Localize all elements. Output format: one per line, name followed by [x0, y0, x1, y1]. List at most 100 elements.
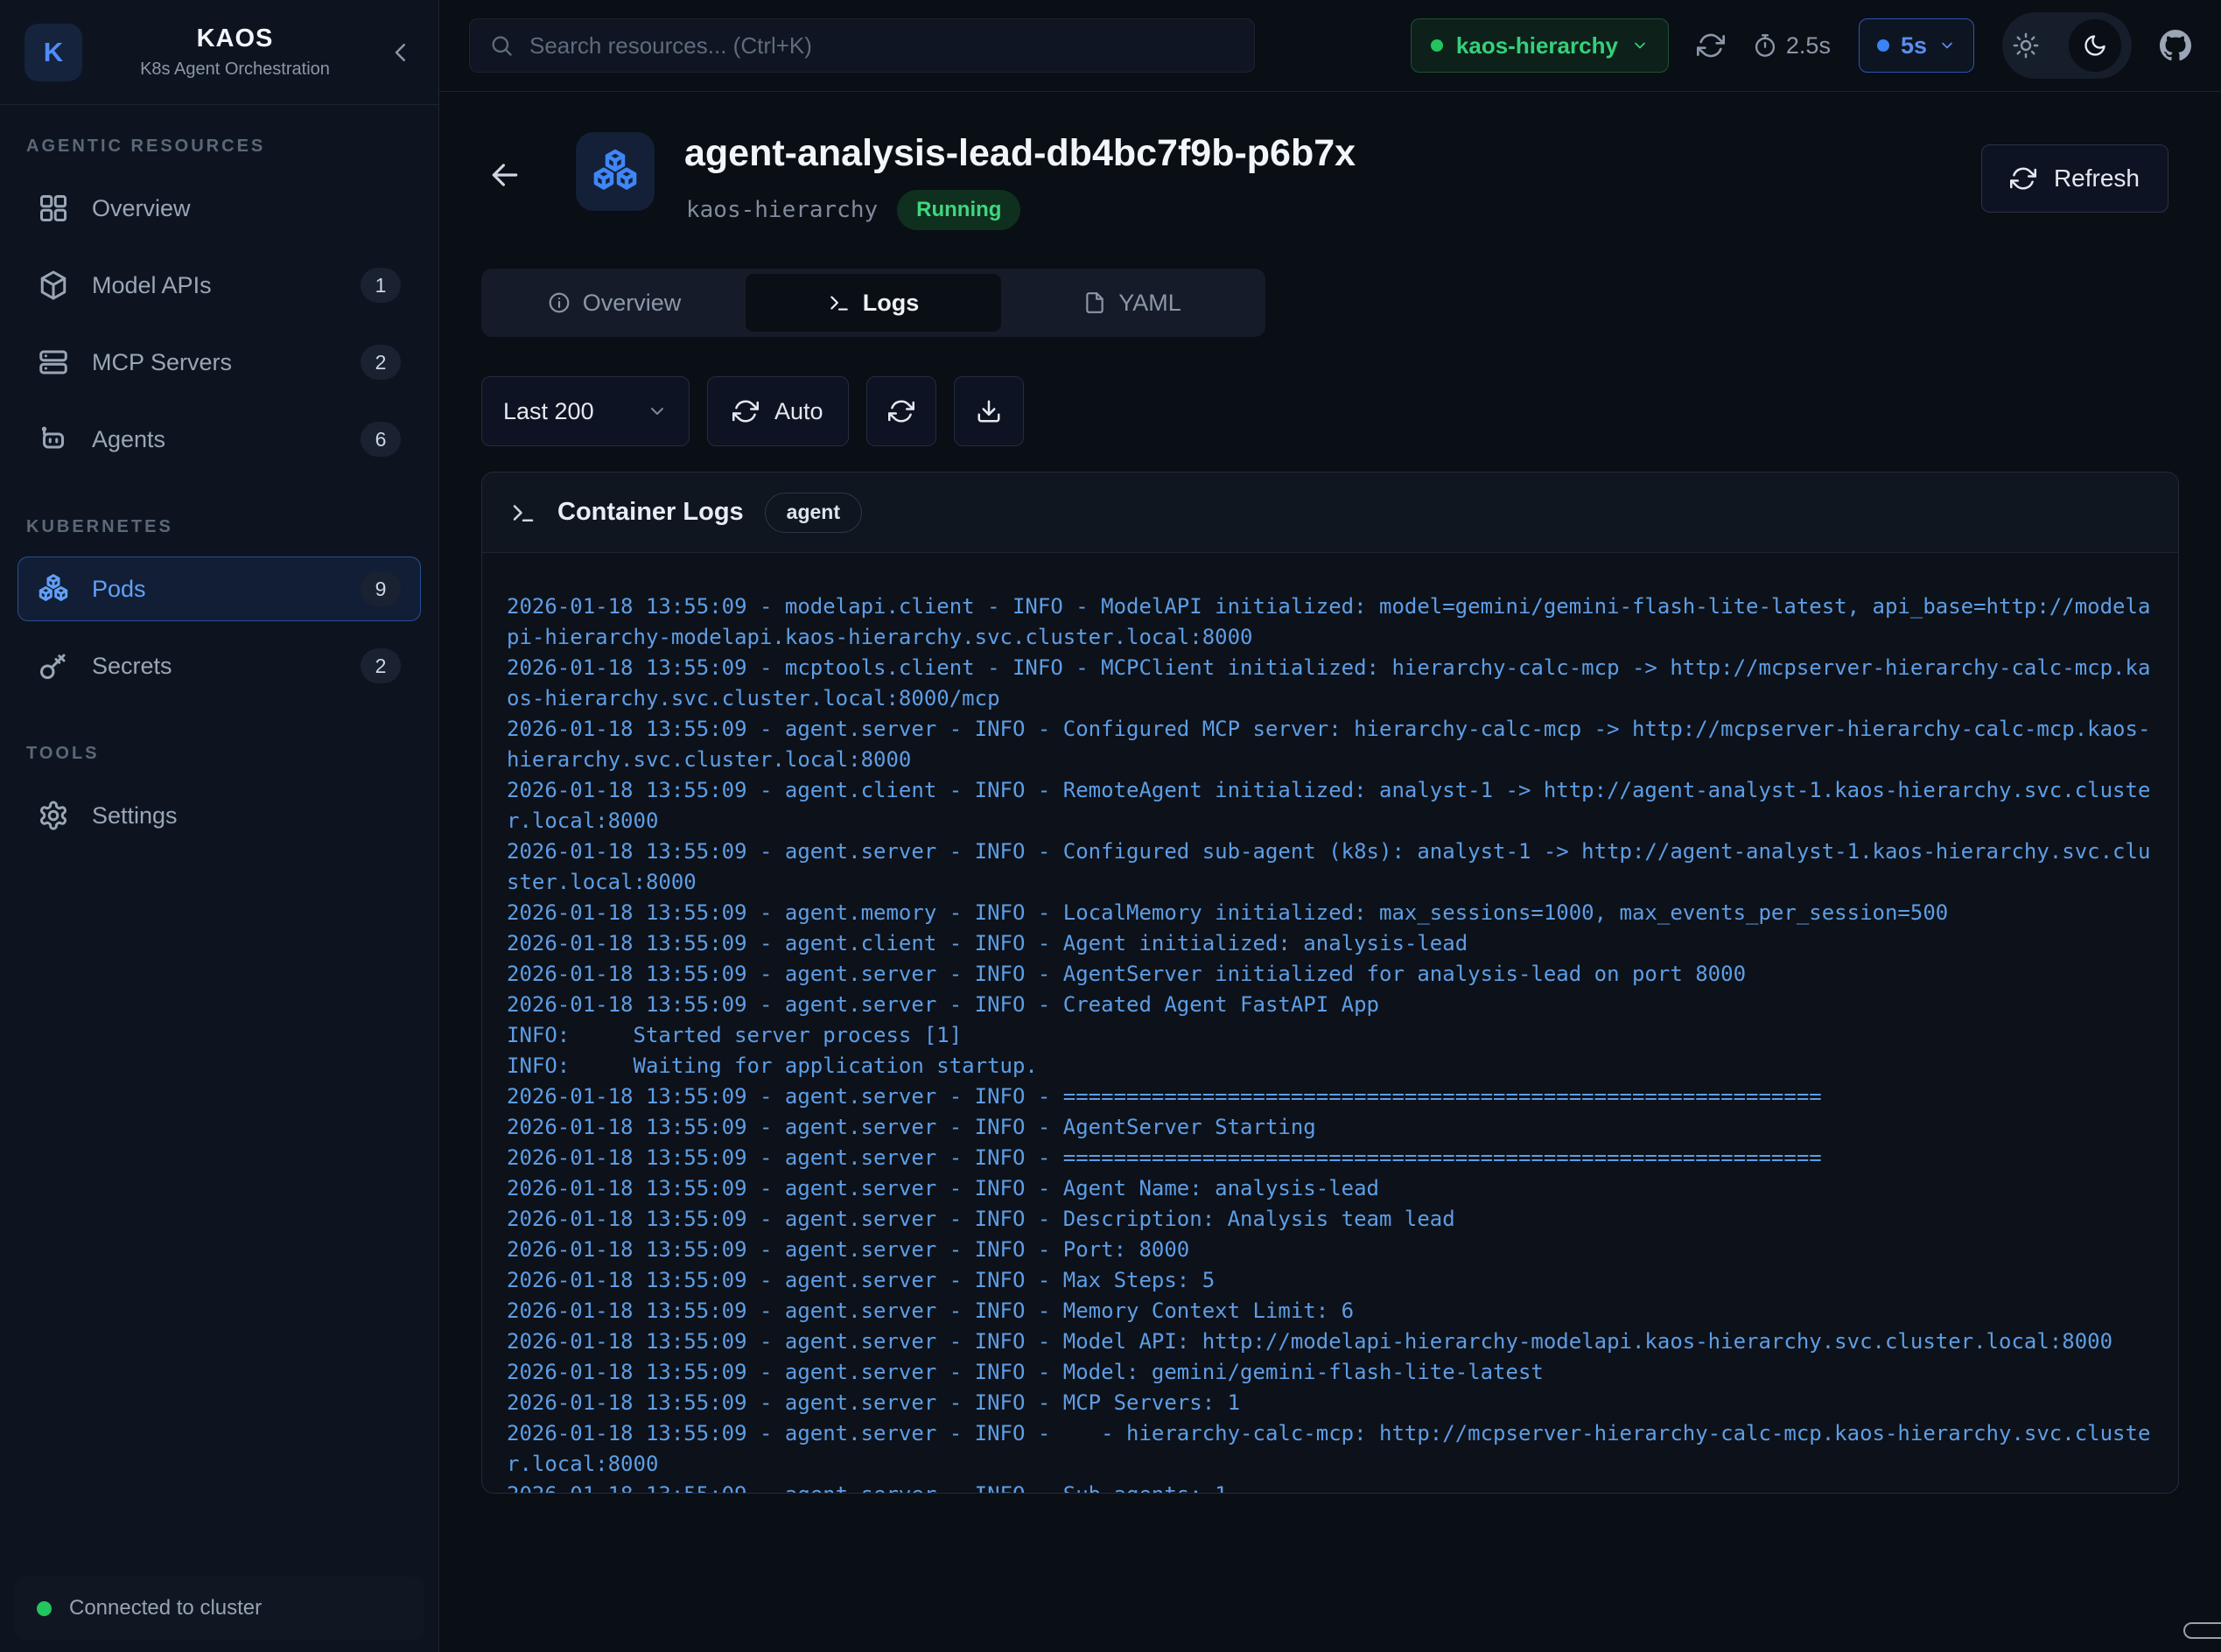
app-logo: K — [25, 24, 82, 81]
github-link[interactable] — [2160, 30, 2191, 61]
section-label: TOOLS — [26, 744, 412, 764]
robot-icon — [38, 424, 69, 455]
tab-yaml[interactable]: YAML — [1005, 274, 1260, 332]
sidebar-item-label: Agents — [92, 426, 165, 453]
page-title: agent-analysis-lead-db4bc7f9b-p6b7x — [684, 132, 1356, 175]
sidebar-item-label: Model APIs — [92, 272, 212, 299]
search-input[interactable]: Search resources... (Ctrl+K) — [469, 18, 1255, 73]
refresh-icon — [732, 398, 759, 424]
refresh-button-label: Refresh — [2054, 164, 2140, 192]
count-badge: 9 — [361, 571, 401, 606]
sidebar-item-pods[interactable]: Pods 9 — [18, 556, 421, 621]
log-line: 2026-01-18 13:55:09 - agent.server - INF… — [507, 1235, 2155, 1265]
refresh-button[interactable]: Refresh — [1981, 144, 2168, 213]
status-badge: Running — [897, 190, 1020, 230]
log-line: INFO: Waiting for application startup. — [507, 1051, 2155, 1082]
refresh-icon — [1697, 32, 1725, 60]
theme-toggle[interactable] — [2002, 12, 2132, 79]
sidebar-collapse-button[interactable] — [388, 39, 414, 66]
global-refresh-button[interactable] — [1697, 32, 1725, 60]
log-line: 2026-01-18 13:55:09 - agent.server - INF… — [507, 1265, 2155, 1296]
sidebar-item-settings[interactable]: Settings — [18, 783, 421, 848]
count-badge: 6 — [361, 422, 401, 457]
refresh-interval-selector[interactable]: 5s — [1859, 18, 1974, 73]
log-line: 2026-01-18 13:55:09 - agent.server - INF… — [507, 1143, 2155, 1173]
pod-icon-tile — [576, 132, 655, 211]
sidebar-item-secrets[interactable]: Secrets 2 — [18, 634, 421, 698]
namespace-label: kaos-hierarchy — [1456, 32, 1618, 60]
sidebar-item-mcp-servers[interactable]: MCP Servers 2 — [18, 330, 421, 395]
container-logs-panel: Container Logs agent 2026-01-18 13:55:09… — [481, 472, 2179, 1494]
back-button[interactable] — [488, 158, 522, 192]
app-subtitle: K8s Agent Orchestration — [82, 60, 388, 80]
log-line: 2026-01-18 13:55:09 - agent.server - INF… — [507, 1388, 2155, 1418]
interval-value: 5s — [1901, 32, 1927, 60]
poll-latency-value: 2.5s — [1786, 32, 1831, 60]
sidebar-item-overview[interactable]: Overview — [18, 176, 421, 241]
namespace-selector[interactable]: kaos-hierarchy — [1411, 18, 1669, 73]
reload-logs-button[interactable] — [866, 376, 936, 446]
count-badge: 2 — [361, 648, 401, 683]
sidebar-header: K KAOS K8s Agent Orchestration — [0, 0, 438, 105]
grid-icon — [38, 192, 69, 224]
moon-icon — [2083, 33, 2107, 58]
sidebar-item-model-apis[interactable]: Model APIs 1 — [18, 253, 421, 318]
tab-overview[interactable]: Overview — [487, 274, 742, 332]
log-line: 2026-01-18 13:55:09 - agent.client - INF… — [507, 775, 2155, 836]
refresh-icon — [888, 398, 914, 424]
file-icon — [1083, 291, 1106, 314]
refresh-icon — [2010, 165, 2036, 192]
log-line: 2026-01-18 13:55:09 - mcptools.client - … — [507, 653, 2155, 714]
server-icon — [38, 346, 69, 378]
sidebar-item-label: Secrets — [92, 653, 172, 680]
log-line: 2026-01-18 13:55:09 - agent.server - INF… — [507, 1326, 2155, 1357]
sidebar: K KAOS K8s Agent Orchestration AGENTIC R… — [0, 0, 439, 1652]
chevron-down-icon — [1938, 37, 1956, 54]
horizontal-scrollbar-thumb[interactable] — [2183, 1622, 2221, 1639]
tab-logs[interactable]: Logs — [746, 274, 1001, 332]
tab-label: YAML — [1118, 290, 1181, 317]
sidebar-section-tools: TOOLS Settings — [0, 744, 438, 848]
tab-label: Logs — [863, 290, 920, 317]
dark-theme-button[interactable] — [2069, 19, 2121, 72]
log-line: 2026-01-18 13:55:09 - agent.server - INF… — [507, 959, 2155, 990]
log-line: 2026-01-18 13:55:09 - agent.server - INF… — [507, 1173, 2155, 1204]
log-line: 2026-01-18 13:55:09 - agent.server - INF… — [507, 1480, 2155, 1493]
search-icon — [489, 33, 514, 58]
tab-label: Overview — [583, 290, 682, 317]
log-line: 2026-01-18 13:55:09 - agent.server - INF… — [507, 714, 2155, 775]
github-icon — [2160, 30, 2191, 61]
log-panel-title: Container Logs — [557, 498, 744, 527]
main-content: agent-analysis-lead-db4bc7f9b-p6b7x kaos… — [439, 92, 2221, 1652]
chevron-left-icon — [388, 39, 414, 66]
chevron-down-icon — [1631, 37, 1649, 54]
log-line: 2026-01-18 13:55:09 - agent.server - INF… — [507, 990, 2155, 1020]
sidebar-item-label: Settings — [92, 802, 178, 830]
cluster-status-text: Connected to cluster — [69, 1596, 262, 1620]
log-line: 2026-01-18 13:55:09 - agent.memory - INF… — [507, 898, 2155, 928]
cube-icon — [38, 270, 69, 301]
auto-refresh-toggle[interactable]: Auto — [707, 376, 849, 446]
sidebar-item-label: Overview — [92, 195, 191, 222]
download-logs-button[interactable] — [954, 376, 1024, 446]
sidebar-item-label: Pods — [92, 576, 146, 603]
sidebar-item-label: MCP Servers — [92, 349, 232, 376]
poll-latency: 2.5s — [1753, 32, 1831, 60]
kaos-app-window: K KAOS K8s Agent Orchestration AGENTIC R… — [0, 0, 2221, 1652]
tail-lines-select[interactable]: Last 200 — [481, 376, 690, 446]
log-line: 2026-01-18 13:55:09 - agent.server - INF… — [507, 1418, 2155, 1480]
chevron-down-icon — [647, 401, 668, 422]
log-line: 2026-01-18 13:55:09 - agent.server - INF… — [507, 1082, 2155, 1112]
pods-icon — [38, 573, 69, 605]
terminal-icon — [828, 291, 851, 314]
status-dot-icon — [37, 1601, 52, 1616]
topbar: Search resources... (Ctrl+K) kaos-hierar… — [439, 0, 2221, 92]
topbar-right-group: kaos-hierarchy 2.5s 5s — [1411, 12, 2191, 79]
stopwatch-icon — [1753, 33, 1777, 58]
log-line: 2026-01-18 13:55:09 - agent.server - INF… — [507, 1357, 2155, 1388]
log-line: 2026-01-18 13:55:09 - modelapi.client - … — [507, 592, 2155, 653]
sidebar-item-agents[interactable]: Agents 6 — [18, 407, 421, 472]
light-theme-button[interactable] — [2013, 32, 2039, 59]
section-label: AGENTIC RESOURCES — [26, 136, 412, 157]
log-output[interactable]: 2026-01-18 13:55:09 - modelapi.client - … — [482, 553, 2178, 1493]
